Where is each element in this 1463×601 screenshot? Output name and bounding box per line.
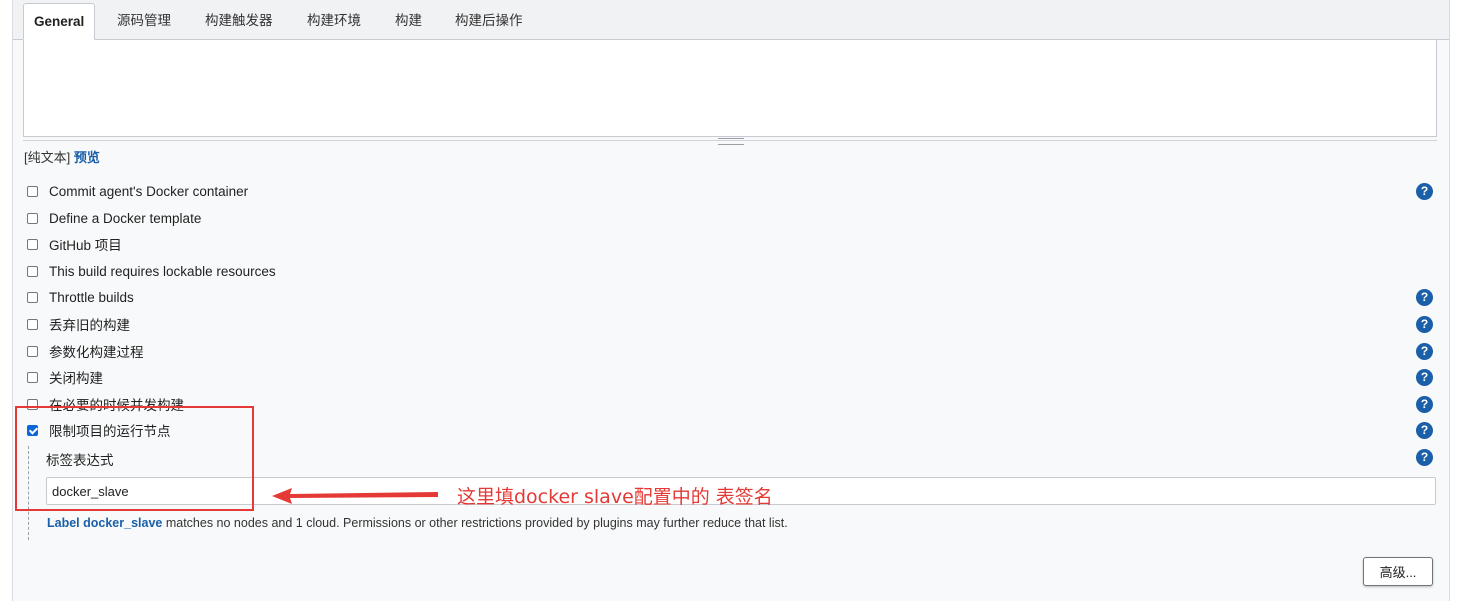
tab-build[interactable]: 构建 xyxy=(395,8,422,38)
option-parameterized-build[interactable]: 参数化构建过程 xyxy=(27,341,144,361)
config-tab-bar: General 源码管理 构建触发器 构建环境 构建 构建后操作 xyxy=(13,0,1449,40)
option-throttle-builds[interactable]: Throttle builds xyxy=(27,287,134,307)
option-discard-old-builds[interactable]: 丢弃旧的构建 xyxy=(27,314,130,334)
checkbox[interactable] xyxy=(27,291,38,303)
option-label: 丢弃旧的构建 xyxy=(49,318,130,333)
tab-general[interactable]: General xyxy=(23,3,96,40)
option-commit-docker-container[interactable]: Commit agent's Docker container xyxy=(27,181,248,201)
tab-build-environment[interactable]: 构建环境 xyxy=(307,8,361,38)
option-label: Commit agent's Docker container xyxy=(49,183,249,199)
hint-text: matches no nodes and 1 cloud. Permission… xyxy=(162,516,788,530)
annotation-arrow-icon xyxy=(272,488,438,504)
annotation-text: 这里填docker slave配置中的 表签名 xyxy=(457,486,773,508)
textarea-drag-handle[interactable] xyxy=(718,138,744,145)
option-label: GitHub 项目 xyxy=(49,238,122,253)
help-icon[interactable]: ? xyxy=(1416,422,1433,439)
option-lockable-resources[interactable]: This build requires lockable resources xyxy=(27,261,276,281)
option-define-docker-template[interactable]: Define a Docker template xyxy=(27,208,201,228)
help-icon[interactable]: ? xyxy=(1416,449,1433,466)
annotation-highlight-box xyxy=(15,406,254,511)
tab-build-triggers[interactable]: 构建触发器 xyxy=(205,8,273,38)
checkbox[interactable] xyxy=(27,265,38,277)
help-icon[interactable]: ? xyxy=(1416,316,1433,333)
checkbox[interactable] xyxy=(27,238,38,250)
preview-link[interactable]: 预览 xyxy=(74,150,100,165)
checkbox[interactable] xyxy=(27,185,38,197)
help-icon[interactable]: ? xyxy=(1416,396,1433,413)
help-icon[interactable]: ? xyxy=(1416,369,1433,386)
checkbox[interactable] xyxy=(27,318,38,330)
option-label: Define a Docker template xyxy=(49,210,202,226)
help-icon[interactable]: ? xyxy=(1416,343,1433,360)
option-label: This build requires lockable resources xyxy=(49,263,276,279)
option-label: 关闭构建 xyxy=(49,371,103,386)
tab-source-management[interactable]: 源码管理 xyxy=(117,8,171,38)
label-expression-hint: Label docker_slave matches no nodes and … xyxy=(47,516,788,530)
option-disable-build[interactable]: 关闭构建 xyxy=(27,367,103,387)
tab-post-build-actions[interactable]: 构建后操作 xyxy=(455,8,523,38)
format-label: [纯文本] xyxy=(24,150,71,165)
help-icon[interactable]: ? xyxy=(1416,183,1433,200)
option-label: 参数化构建过程 xyxy=(49,345,144,360)
option-github-project[interactable]: GitHub 项目 xyxy=(27,234,122,254)
checkbox[interactable] xyxy=(27,345,38,357)
advanced-button[interactable]: 高级... xyxy=(1363,557,1433,586)
checkbox[interactable] xyxy=(27,212,38,224)
checkbox[interactable] xyxy=(27,371,38,383)
option-label: Throttle builds xyxy=(49,289,134,305)
description-textarea[interactable] xyxy=(23,40,1437,137)
help-icon[interactable]: ? xyxy=(1416,289,1433,306)
description-format-row: [纯文本] 预览 xyxy=(24,147,100,166)
label-link[interactable]: Label docker_slave xyxy=(47,516,162,530)
